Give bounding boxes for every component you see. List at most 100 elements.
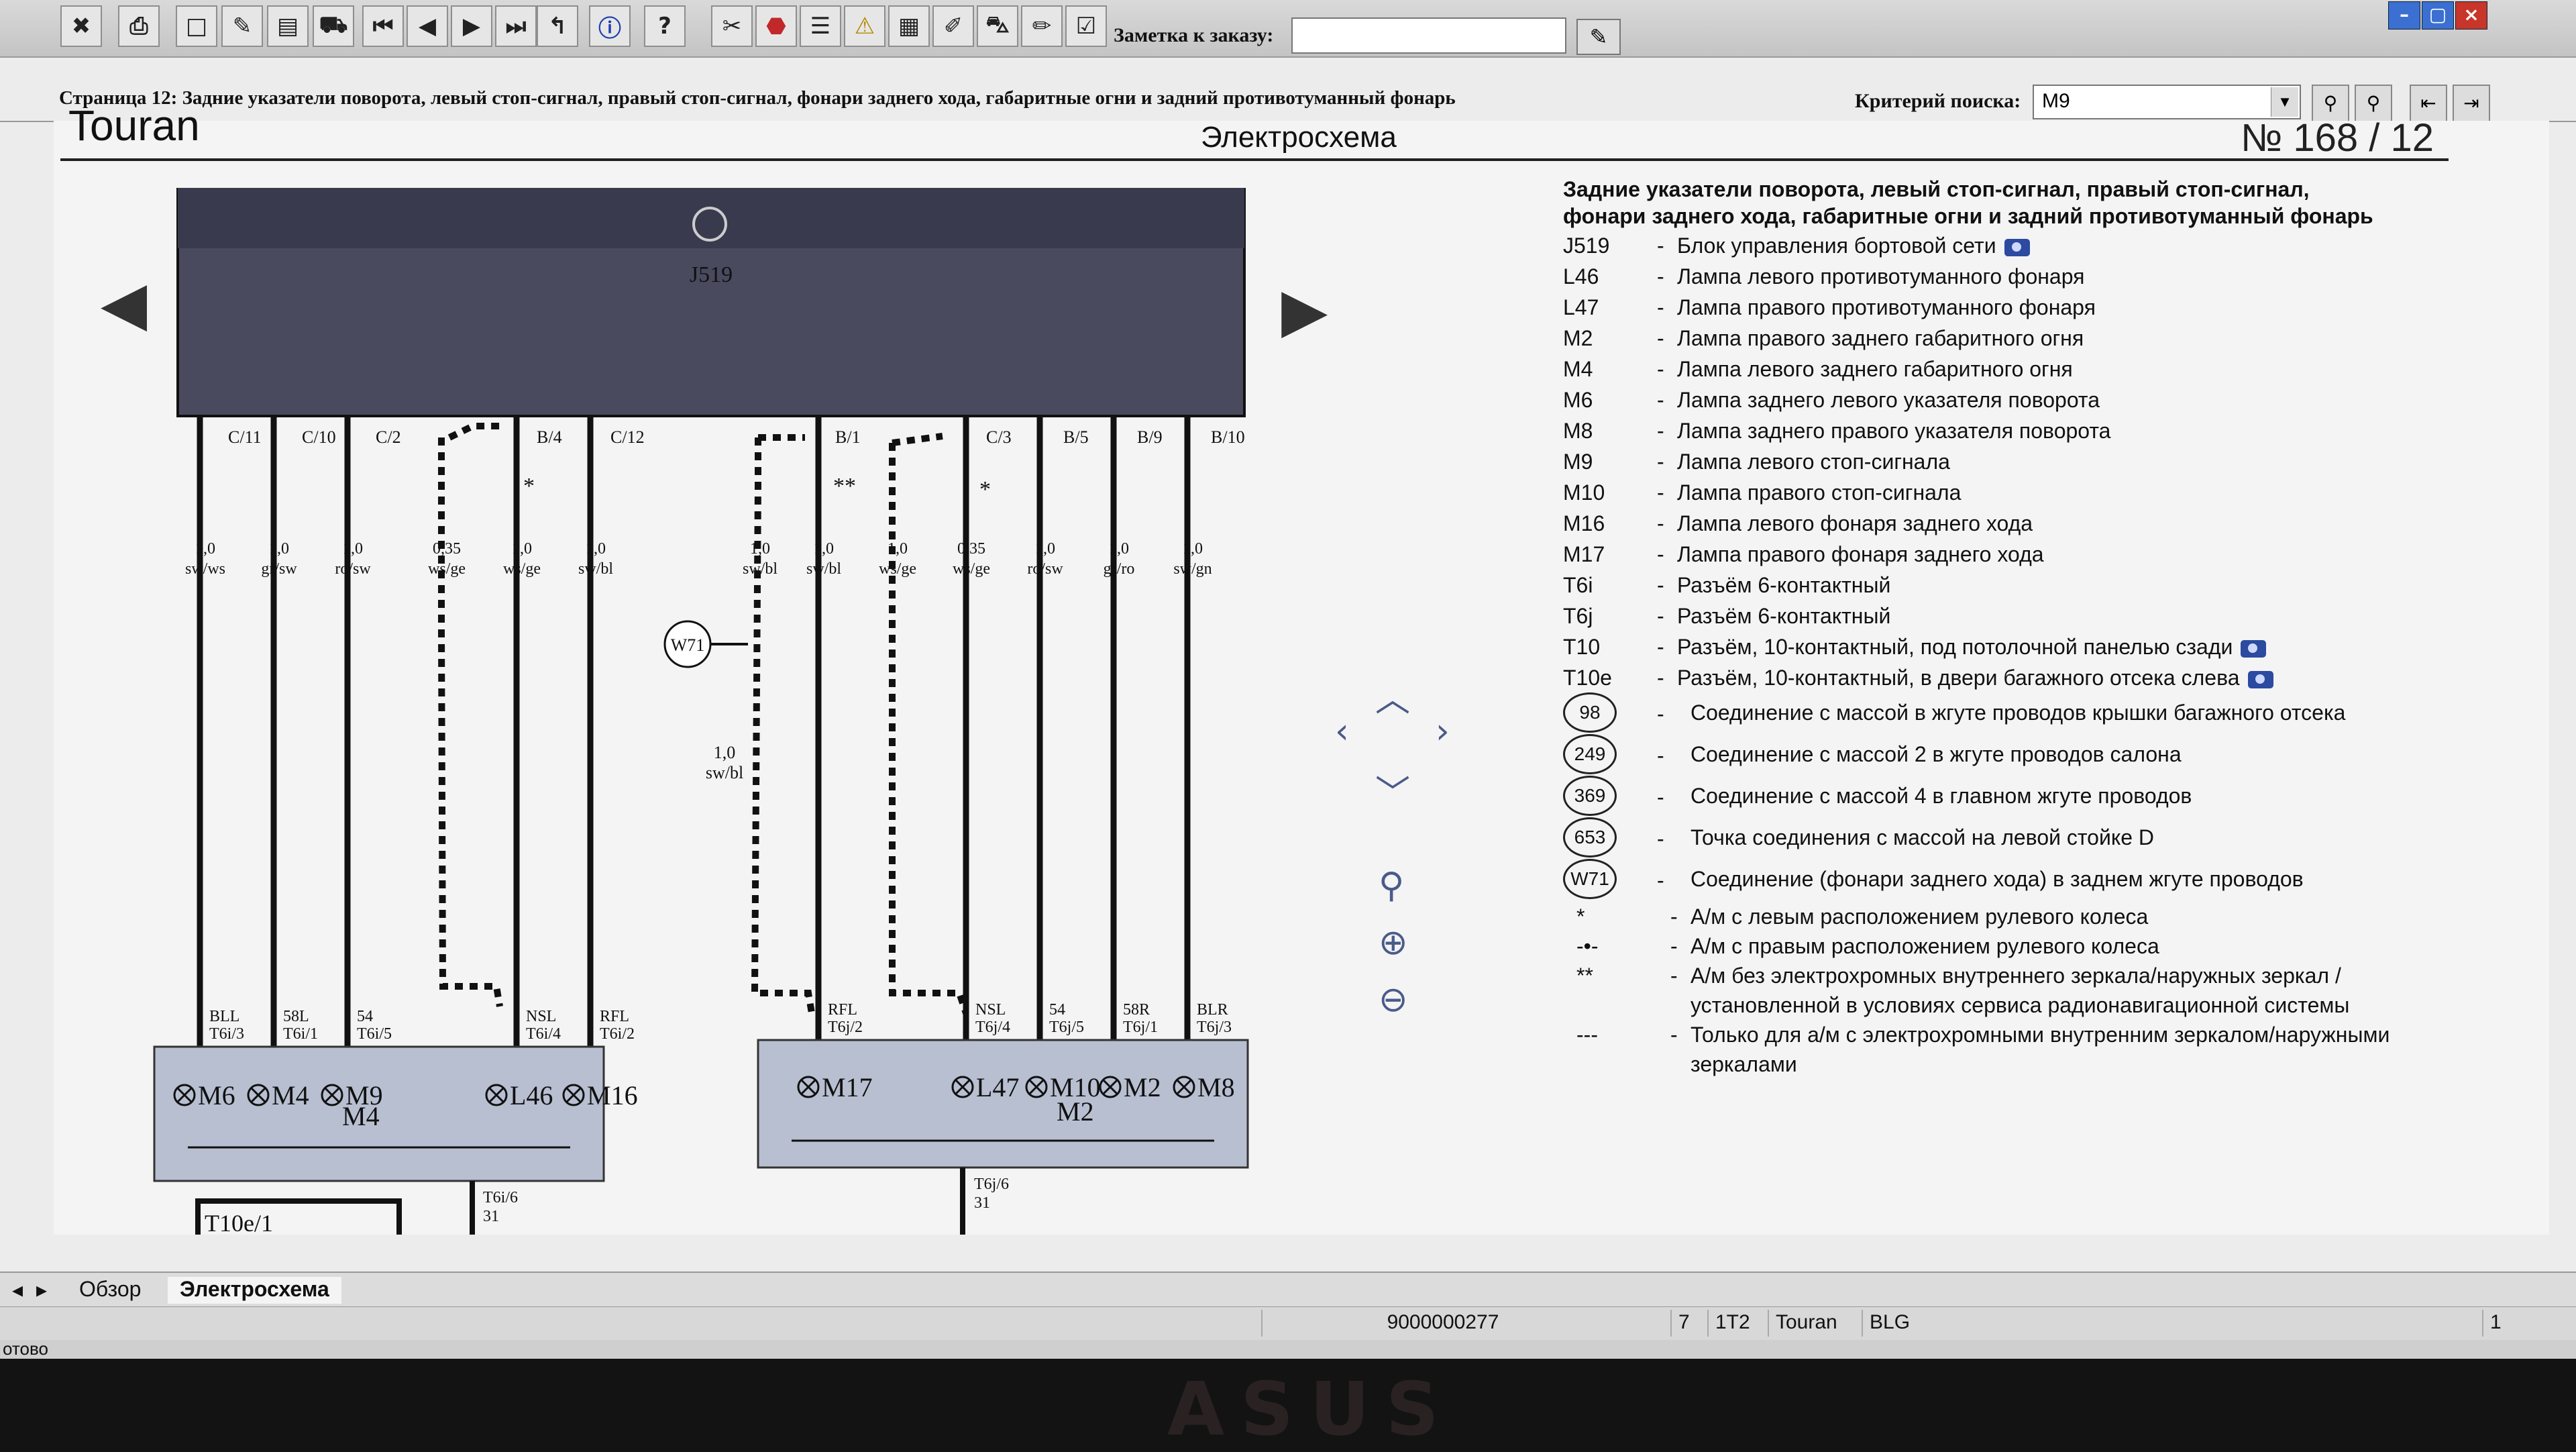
order-note-input[interactable] (1291, 17, 1566, 54)
pan-down-icon[interactable]: ﹀ (1375, 765, 1410, 815)
legend-code: M9 (1563, 450, 1593, 474)
legend-code: L47 (1563, 295, 1599, 319)
legend-note: ** - А/м без электрохромных внутреннего зе… (1563, 960, 2542, 989)
exit-icon[interactable]: ✖ (60, 5, 102, 47)
document-view: Touran Электросхема № 168 / 12 ◀ ▶ ︿ ‹ ›… (54, 101, 2549, 1235)
calendar-icon[interactable]: ▦ (888, 5, 930, 47)
search-next-icon[interactable]: ⇥ (2453, 85, 2490, 122)
help-icon[interactable]: ? (644, 5, 686, 47)
camera-icon[interactable] (2004, 238, 2030, 256)
legend-code: M6 (1563, 388, 1593, 412)
pan-up-icon[interactable]: ︿ (1375, 671, 1410, 721)
legend-text: Разъём, 10-контактный, в двери багажного… (1677, 666, 2273, 690)
list-icon[interactable]: ☰ (800, 5, 841, 47)
minimize-button[interactable]: – (2388, 1, 2420, 30)
camera-icon[interactable] (2241, 639, 2267, 658)
tab-schematic[interactable]: Электросхема (168, 1277, 341, 1304)
order-note-edit-button[interactable]: ✎ (1576, 19, 1621, 55)
maximize-button[interactable]: ▢ (2422, 1, 2454, 30)
legend-dash: - (1657, 511, 1664, 535)
search-criteria-label: Критерий поиска: (1855, 90, 2021, 112)
page-title: Страница 12: Задние указатели поворота, … (59, 87, 1456, 109)
warning-icon[interactable]: ⚠ (844, 5, 885, 47)
search-criteria-value: M9 (2042, 90, 2070, 112)
right-lamp-sublabel: M2 (1057, 1096, 1094, 1127)
close-button[interactable]: × (2455, 1, 2487, 30)
pencil-icon[interactable]: ✏ (1021, 5, 1063, 47)
camera-icon[interactable] (2247, 670, 2273, 688)
legend-item: M8 - Лампа заднего правого указателя повор… (1563, 415, 2542, 446)
car-side-icon[interactable]: ⛍ (977, 5, 1018, 47)
lamp-label: M2 (1124, 1072, 1161, 1102)
zoom-fit-icon[interactable]: ⚲ (1379, 866, 1404, 906)
left-ground-number: 31 (483, 1208, 499, 1225)
document-number: № 168 / 12 (2241, 116, 2434, 160)
wire-size-label: 1,0 (1109, 540, 1129, 558)
new-doc-icon[interactable]: □ (176, 5, 217, 47)
page-header: Страница 12: Задние указатели поворота, … (0, 58, 2576, 122)
tools-icon[interactable]: ✂ (711, 5, 753, 47)
stop-icon[interactable]: ⬣ (755, 5, 797, 47)
pin-label: B/4 (537, 427, 562, 447)
legend-text: Лампа правого фонаря заднего хода (1677, 542, 2044, 566)
signal-pin: T6i/5 (357, 1025, 392, 1043)
page-right-arrow-icon[interactable]: ▶ (1281, 275, 1328, 346)
next-page-icon[interactable]: ▶ (451, 5, 492, 47)
legend-note-text: А/м без электрохромных внутреннего зерка… (1690, 964, 2341, 988)
last-page-icon[interactable]: ⏭ (495, 5, 537, 47)
legend-item: M9 - Лампа левого стоп-сигнала (1563, 446, 2542, 476)
back-icon[interactable]: ↰ (537, 5, 578, 47)
zoom-in-icon[interactable]: ⊕ (1379, 923, 1408, 963)
screen: ✖ ⎙ □ ✎ ▤ ⛟ ⏮ ◀ ▶ ⏭ ↰ ⓘ ? ✂ ⬣ ☰ ⚠ ▦ ✐ ⛍ … (0, 0, 2576, 1359)
legend: Задние указатели поворота, левый стоп-си… (1563, 176, 2542, 1078)
legend-ground: 249 - Соединение с массой 2 в жгуте провод… (1563, 734, 2542, 776)
legend-dash: - (1657, 868, 1664, 892)
pin-label: B/1 (835, 427, 861, 447)
pin-label: B/9 (1137, 427, 1163, 447)
ground-symbol: W71 (1563, 859, 1617, 899)
info-icon[interactable]: ⓘ (589, 5, 631, 47)
print-icon[interactable]: ⎙ (118, 5, 160, 47)
pin-label: C/3 (986, 427, 1012, 447)
wire-color-label: sw/ws (185, 560, 225, 578)
status-code: BLG (1862, 1310, 1929, 1337)
status-bar: 9000000277 7 1T2 Touran BLG 1 (0, 1306, 2576, 1341)
signal-pin: T6j/4 (975, 1019, 1010, 1036)
legend-grounds: 98 - Соединение с массой в жгуте проводов … (1563, 692, 2542, 900)
legend-dash: - (1657, 450, 1664, 474)
checklist-icon[interactable]: ☑ (1065, 5, 1107, 47)
search-criteria-combo[interactable]: M9 ▼ (2033, 85, 2301, 119)
prev-page-icon[interactable]: ◀ (407, 5, 448, 47)
edit-icon[interactable]: ✎ (221, 5, 263, 47)
zoom-out-icon[interactable]: ⊖ (1379, 980, 1408, 1020)
pan-right-icon[interactable]: › (1436, 711, 1450, 751)
pen-icon[interactable]: ✐ (932, 5, 974, 47)
status-page-no: 1 (2482, 1310, 2522, 1337)
ready-bar: отово (0, 1339, 2576, 1359)
wire-color-label: ws/ge (428, 560, 466, 578)
legend-notes: * - А/м с левым расположением рулевого кол… (1563, 900, 2542, 1078)
left-ground-pin: T6i/6 (483, 1189, 518, 1206)
legend-ground: W71 - Соединение (фонари заднего хода) в з… (1563, 859, 2542, 900)
signal-pin: T6i/3 (209, 1025, 244, 1043)
tab-overview[interactable]: Обзор (67, 1277, 153, 1304)
pin-label: C/11 (228, 427, 262, 447)
wire-color-label: ro/sw (335, 560, 371, 578)
car-icon[interactable]: ⛟ (313, 5, 354, 47)
wire-color-label: ro/sw (1027, 560, 1063, 578)
signal-pin: T6i/1 (283, 1025, 318, 1043)
legend-text: Лампа правого заднего габаритного огня (1677, 326, 2084, 350)
legend-note-mark: -•- (1576, 934, 1599, 958)
marker-double-star: ** (833, 474, 856, 499)
pan-left-icon[interactable]: ‹ (1335, 711, 1349, 751)
legend-dash: - (1657, 480, 1664, 505)
legend-text: Лампа заднего левого указателя поворота (1677, 388, 2100, 412)
legend-item: M4 - Лампа левого заднего габаритного огня (1563, 353, 2542, 384)
tab-scroll-right-icon[interactable]: ▸ (24, 1277, 59, 1304)
first-page-icon[interactable]: ⏮ (362, 5, 404, 47)
control-unit-label: J519 (690, 262, 733, 287)
clipboard-icon[interactable]: ▤ (267, 5, 309, 47)
main-toolbar: ✖ ⎙ □ ✎ ▤ ⛟ ⏮ ◀ ▶ ⏭ ↰ ⓘ ? ✂ ⬣ ☰ ⚠ ▦ ✐ ⛍ … (0, 0, 2576, 58)
signal-name: BLR (1197, 1001, 1228, 1019)
chevron-down-icon[interactable]: ▼ (2271, 87, 2298, 117)
